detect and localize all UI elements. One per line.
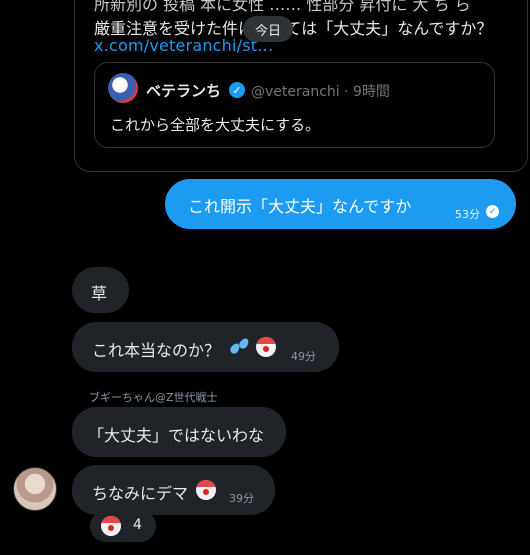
date-divider-today: 今日: [243, 16, 293, 42]
quoted-author-name[interactable]: ベテランち: [146, 80, 221, 101]
read-check-icon: ✓: [486, 205, 499, 218]
quoted-author-avatar[interactable]: [108, 73, 138, 103]
received-message-time: 39分: [229, 492, 254, 505]
received-message-text: これ本当なのか？: [92, 341, 221, 360]
shared-post-text-line1: 所新別の 投稿 本に女性 …… 性部分 昇付に 大 ち ら: [94, 0, 471, 14]
received-message-time: 49分: [291, 350, 316, 363]
received-message-text: 草: [91, 284, 108, 303]
avatar[interactable]: [13, 467, 57, 511]
reaction-pill[interactable]: [90, 510, 156, 542]
sweat-droplets-icon: [228, 336, 253, 357]
sent-message-text: これ開示「大丈夫」なんですか: [188, 197, 412, 216]
sent-message-time: 53分: [455, 208, 480, 221]
reaction-count: 4: [133, 517, 142, 533]
received-message-text: ちなみにデマ: [92, 484, 189, 503]
clown-face-icon: [256, 337, 276, 357]
verified-badge-icon: ✓: [229, 82, 245, 98]
sender-name: ブギーちゃん@Z世代戦士: [89, 391, 218, 404]
clown-face-icon: [196, 480, 216, 500]
quoted-author-handle-time: @veteranchi · 9時間: [251, 84, 390, 100]
shared-post-link[interactable]: x.com/veteranchi/st...: [94, 36, 273, 55]
received-message-text: 「大丈夫」ではないわな: [88, 426, 265, 445]
quoted-post-text: これから全部を大丈夫にする。: [110, 116, 321, 134]
clown-face-icon: [101, 516, 121, 536]
quoted-post-card[interactable]: [94, 62, 495, 148]
